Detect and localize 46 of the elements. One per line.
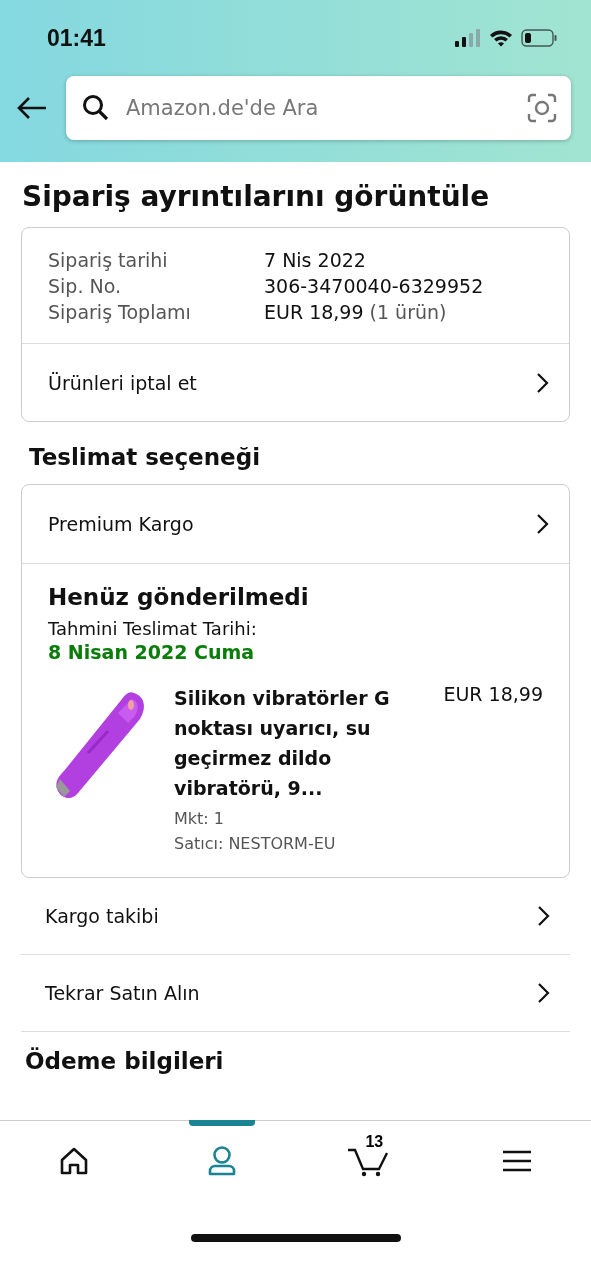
summary-label: Sipariş Toplamı <box>48 301 192 323</box>
estimate-label: Tahmini Teslimat Tarihi: <box>48 618 258 639</box>
chevron-icon <box>535 371 549 394</box>
summary-note: (1 ürün) <box>369 301 447 323</box>
chevron-icon <box>535 513 549 535</box>
row-label: Premium Kargo <box>48 513 194 535</box>
estimate-date: 8 Nisan 2022 Cuma <box>48 641 256 663</box>
section-heading: Ödeme bilgileri <box>25 1048 225 1074</box>
back-arrow-icon <box>16 96 48 120</box>
menu-icon <box>502 1148 533 1173</box>
summary-value: 306-3470040-6329952 <box>264 275 485 297</box>
page-title: Sipariş ayrıntılarını görüntüle <box>22 180 491 213</box>
quantity-text: Mkt: 1 <box>174 809 225 828</box>
item-price: EUR 18,99 <box>443 683 543 707</box>
cart-count: 13 <box>365 1133 384 1151</box>
summary-value: EUR 18,99 <box>264 301 364 323</box>
clock-time: 01:41 <box>47 24 106 52</box>
battery-icon <box>521 29 557 47</box>
section-heading: Teslimat seçeneği <box>29 444 262 470</box>
seller-text: Satıcı: NESTORM-EU <box>174 834 337 853</box>
row-label: Ürünleri iptal et <box>48 371 197 394</box>
chevron-icon <box>536 905 550 927</box>
home-icon <box>58 1145 89 1176</box>
list-row[interactable]: Kargo takibi <box>21 878 570 955</box>
summary-label: Sipariş tarihi <box>48 249 169 271</box>
signal-icon <box>455 29 481 47</box>
shipping-option-row[interactable]: Premium Kargo <box>22 485 569 563</box>
camera-button[interactable] <box>527 93 557 123</box>
camera-icon <box>527 93 557 123</box>
row-label: Kargo takibi <box>45 905 159 927</box>
list-row[interactable]: Tekrar Satın Alın <box>21 955 570 1032</box>
product-title[interactable]: Silikon vibratörler G noktası uyarıcı, su geçirmez dildo vibratörü, 9... <box>174 683 428 803</box>
search-bar[interactable]: Amazon.de'de Ara <box>66 76 571 140</box>
cancel-items-row[interactable]: Ürünleri iptal et <box>22 343 569 421</box>
summary-value: 7 Nis 2022 <box>264 249 367 271</box>
tab-cart[interactable]: 13 <box>295 1121 444 1200</box>
back-button[interactable] <box>16 96 48 120</box>
summary-label: Sip. No. <box>48 275 123 297</box>
search-input[interactable]: Amazon.de'de Ara <box>124 95 513 121</box>
chevron-icon <box>536 982 550 1004</box>
shipment-status: Henüz gönderilmedi <box>48 584 310 610</box>
person-icon <box>206 1144 237 1177</box>
row-label: Tekrar Satın Alın <box>45 982 200 1004</box>
selected-tab-indicator <box>188 1120 255 1126</box>
wifi-icon <box>489 29 513 47</box>
search-icon <box>82 94 110 122</box>
